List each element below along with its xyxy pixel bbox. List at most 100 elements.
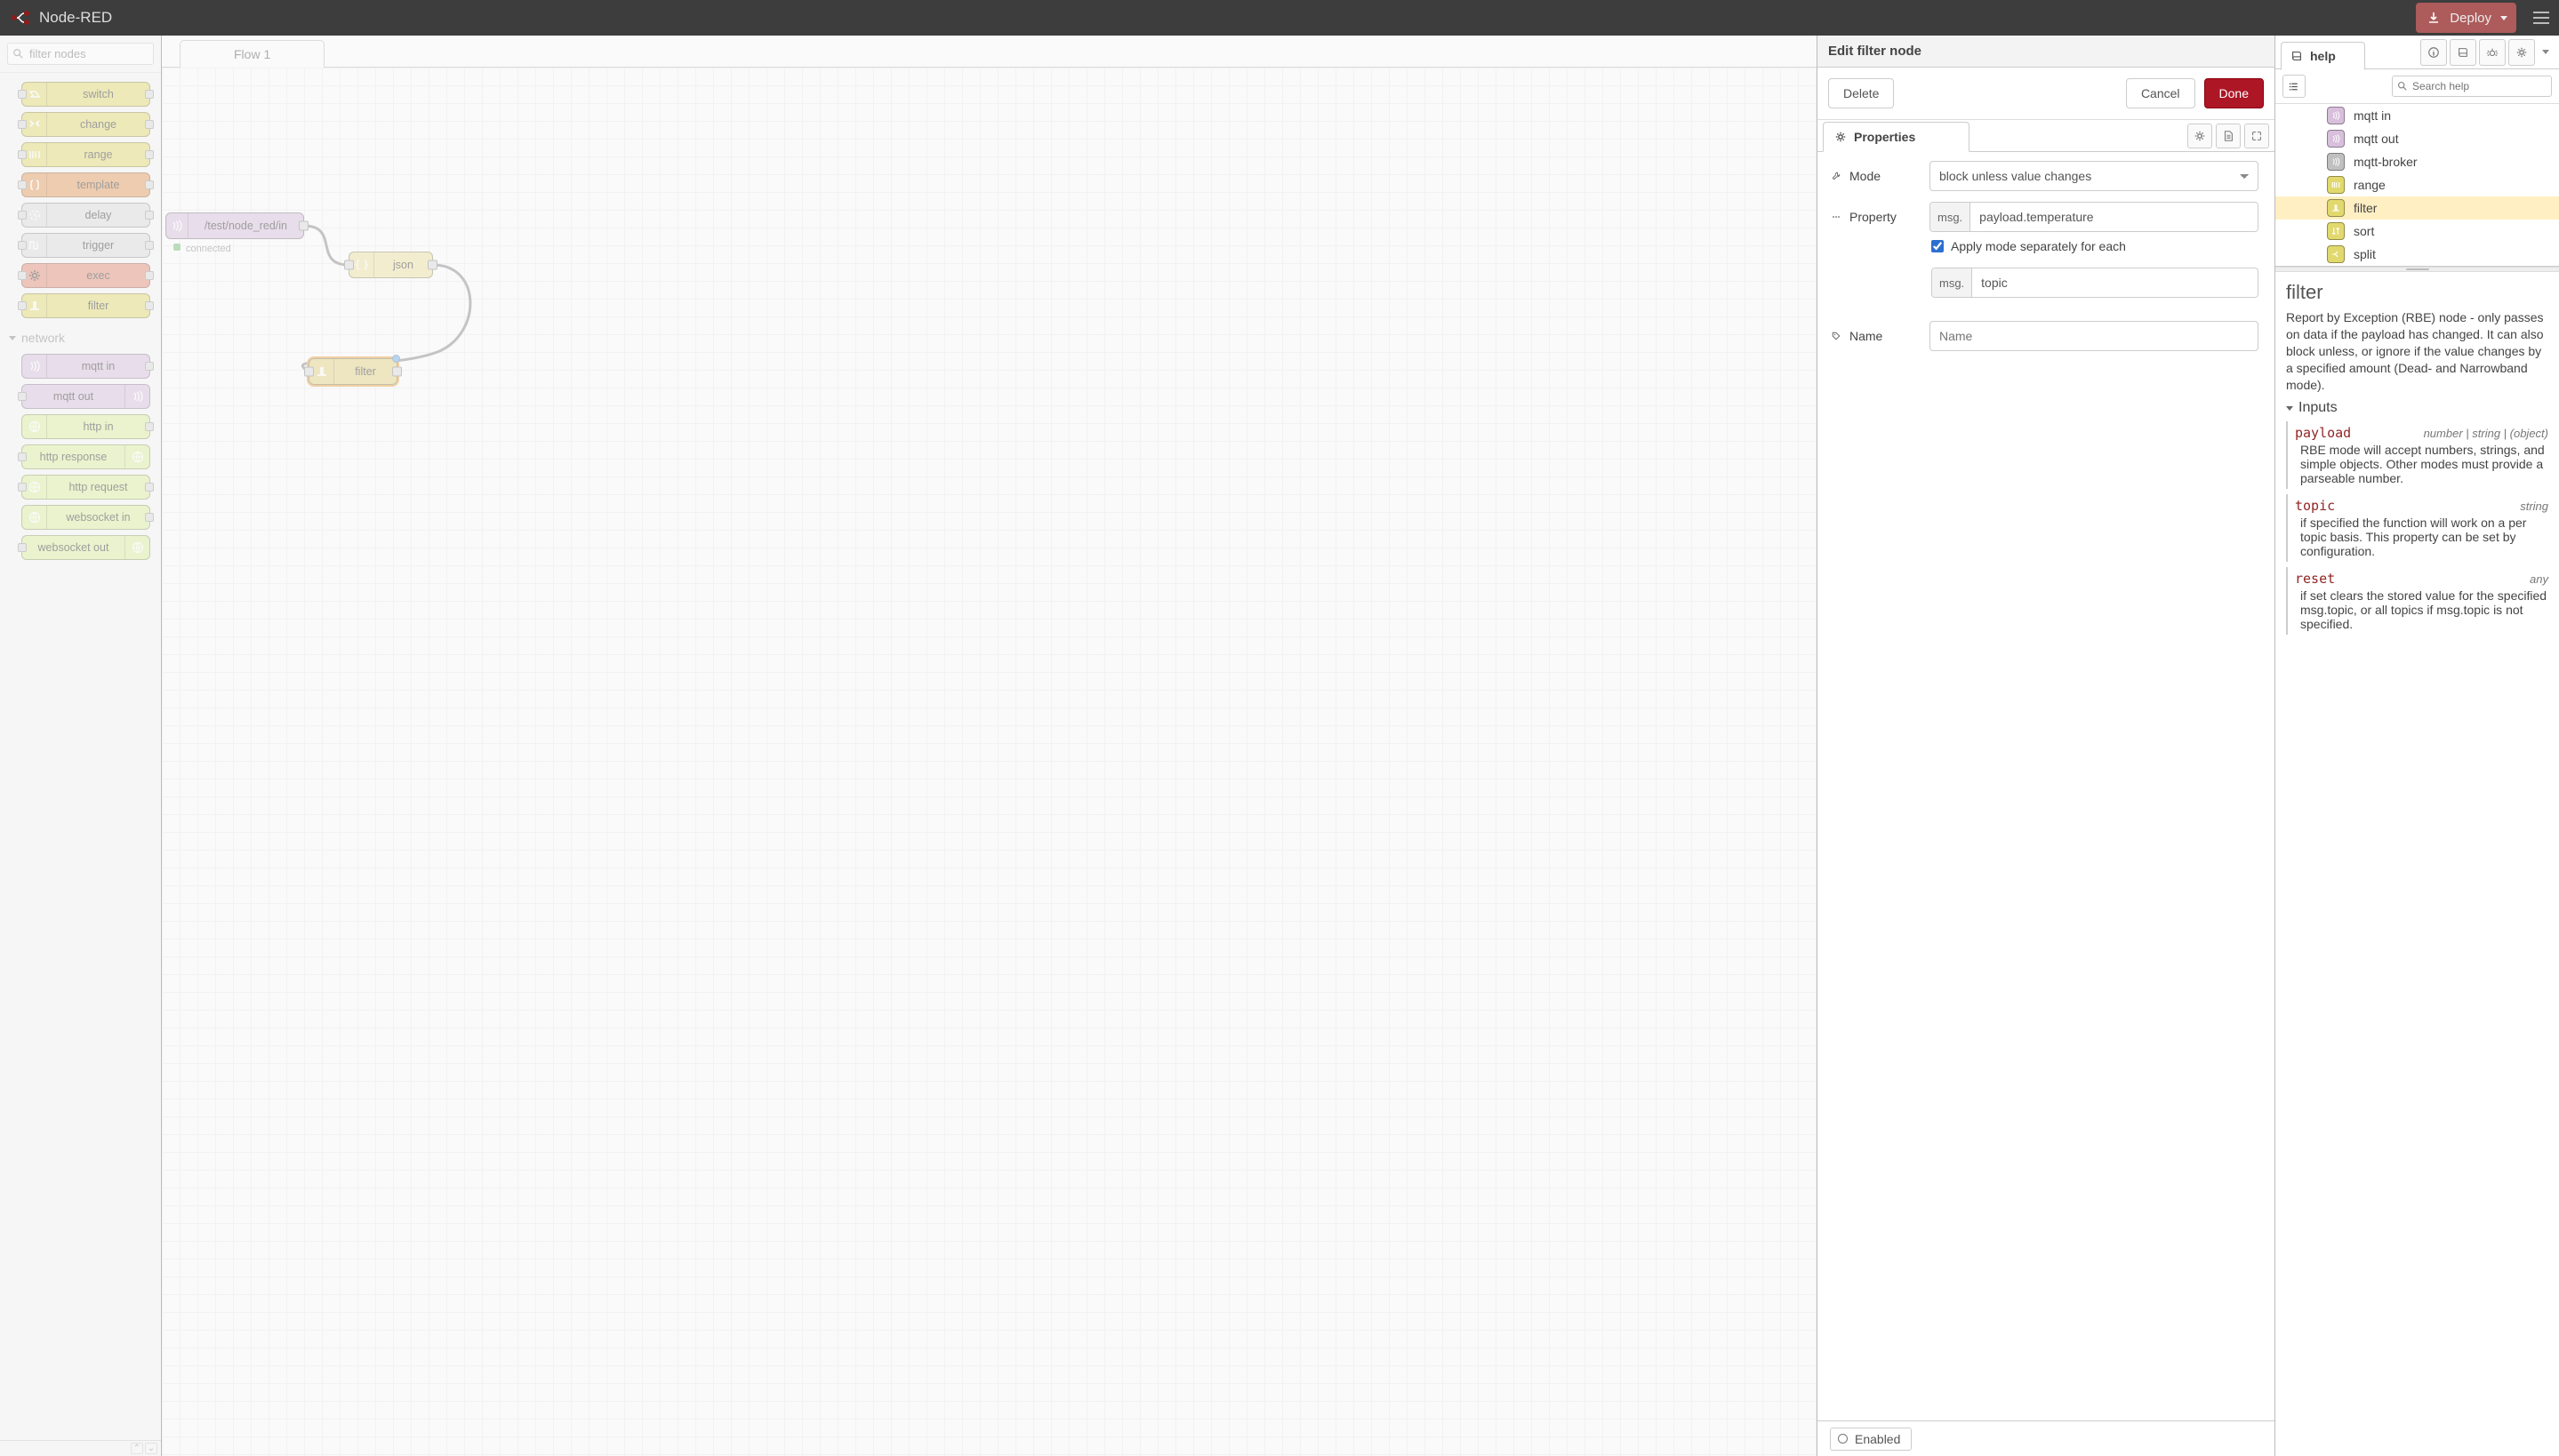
row-property: Property msg. [1817, 193, 2274, 234]
help-list-label: mqtt in [2354, 108, 2391, 123]
help-search-input[interactable] [2392, 76, 2552, 97]
filter-icon [2327, 199, 2345, 217]
param-type: any [2530, 572, 2548, 586]
sidebar-config-button[interactable] [2508, 39, 2535, 66]
node-description-button[interactable] [2216, 124, 2241, 148]
apply-mode-checkbox[interactable] [1931, 240, 1944, 252]
doc-icon [2222, 130, 2234, 142]
sidebar: help mqtt in mqtt out mqtt-broker range filt… [2275, 36, 2559, 1456]
bug-icon [2486, 46, 2499, 59]
sidebar-info-button[interactable] [2420, 39, 2447, 66]
ellipsis-icon [1831, 212, 1841, 222]
palette-dimmed-overlay [0, 36, 161, 1456]
label-name: Name [1830, 329, 1919, 343]
split-icon [2327, 245, 2345, 263]
enabled-toggle[interactable]: Enabled [1830, 1428, 1912, 1451]
param-desc: if specified the function will work on a… [2295, 516, 2548, 558]
cancel-button[interactable]: Cancel [2126, 78, 2195, 108]
node-settings-button[interactable] [2187, 124, 2212, 148]
radio-icon [2327, 107, 2345, 124]
topic-input: msg. [1931, 268, 2258, 298]
param-type: string [2520, 500, 2548, 513]
help-title: filter [2286, 281, 2548, 304]
tab-properties[interactable]: Properties [1823, 122, 1969, 152]
wrench-icon [1831, 171, 1841, 181]
param-name: topic [2295, 498, 2335, 514]
row-topic: msg. [1817, 259, 2274, 300]
delete-button[interactable]: Delete [1828, 78, 1894, 108]
help-list-item-mqtt-broker[interactable]: mqtt-broker [2275, 150, 2559, 173]
list-icon [2289, 81, 2300, 92]
radio-icon [2327, 130, 2345, 148]
name-input[interactable] [1929, 321, 2258, 351]
help-list-label: sort [2354, 224, 2374, 238]
main-menu-button[interactable] [2523, 0, 2559, 36]
brand-text: Node-RED [39, 9, 112, 27]
param-name: reset [2295, 571, 2335, 587]
search-icon [2397, 81, 2407, 91]
sort-icon [2327, 222, 2345, 240]
param-name: payload [2295, 425, 2351, 441]
edit-tabs: Properties [1817, 120, 2274, 152]
help-param-reset: reset any if set clears the stored value f… [2286, 567, 2548, 635]
help-param-topic: topic string if specified the function wil… [2286, 494, 2548, 562]
sidebar-more-button[interactable] [2538, 39, 2554, 66]
brand-icon [11, 10, 30, 26]
property-value-input[interactable] [1970, 203, 2258, 231]
help-section-inputs[interactable]: Inputs [2286, 400, 2548, 416]
row-apply-mode: Apply mode separately for each [1817, 234, 2274, 259]
gear-icon [2515, 46, 2528, 59]
radio-icon [2327, 153, 2345, 171]
property-prefix[interactable]: msg. [1930, 203, 1970, 231]
gear-icon [2194, 130, 2206, 142]
tag-icon [1831, 331, 1841, 341]
hamburger-icon [2533, 12, 2549, 24]
help-list-label: mqtt out [2354, 132, 2399, 146]
workspace-dimmed-overlay [162, 36, 1817, 1456]
sidebar-debug-button[interactable] [2479, 39, 2506, 66]
help-list-item-range[interactable]: range [2275, 173, 2559, 196]
sidebar-tab-help[interactable]: help [2281, 42, 2365, 70]
help-content: filter Report by Exception (RBE) node - … [2275, 272, 2559, 1456]
workspace: Flow 1 /test/node_red/in connected json … [162, 36, 1817, 1456]
range-icon [2327, 176, 2345, 194]
help-node-list[interactable]: mqtt in mqtt out mqtt-broker range filter sor… [2275, 104, 2559, 267]
sidebar-help-button[interactable] [2450, 39, 2476, 66]
brand: Node-RED [0, 9, 123, 27]
help-list-item-split[interactable]: split [2275, 243, 2559, 266]
param-desc: if set clears the stored value for the s… [2295, 588, 2548, 631]
edit-title: Edit filter node [1817, 36, 2274, 68]
property-input: msg. [1929, 202, 2258, 232]
edit-actions: Delete Cancel Done [1817, 68, 2274, 120]
param-desc: RBE mode will accept numbers, strings, a… [2295, 443, 2548, 485]
info-icon [2427, 46, 2440, 59]
help-list-item-sort[interactable]: sort [2275, 220, 2559, 243]
done-button[interactable]: Done [2204, 78, 2264, 108]
help-list-label: mqtt-broker [2354, 155, 2418, 169]
deploy-icon [2427, 11, 2441, 25]
row-name: Name [1817, 312, 2274, 353]
help-summary: Report by Exception (RBE) node - only pa… [2286, 309, 2548, 393]
help-list-item-mqtt-out[interactable]: mqtt out [2275, 127, 2559, 150]
help-list-label: split [2354, 247, 2376, 261]
gear-icon [1834, 131, 1847, 143]
edit-body: Mode block unless value changes Property… [1817, 152, 2274, 1420]
edit-tray: Edit filter node Delete Cancel Done Prop… [1817, 36, 2275, 1456]
deploy-button[interactable]: Deploy [2416, 3, 2516, 33]
node-palette: switchchangerangetemplatedelaytriggerexe… [0, 36, 162, 1456]
param-type: number | string | (object) [2424, 427, 2548, 440]
circle-icon [1838, 1434, 1848, 1444]
help-list-item-mqtt-in[interactable]: mqtt in [2275, 104, 2559, 127]
help-toc-button[interactable] [2282, 75, 2306, 98]
select-mode[interactable]: block unless value changes [1929, 161, 2258, 191]
book-icon [2290, 50, 2303, 62]
help-toolbar [2275, 69, 2559, 104]
label-mode: Mode [1830, 169, 1919, 183]
help-search [2392, 76, 2552, 97]
edit-footer: Enabled [1817, 1420, 2274, 1456]
help-list-label: range [2354, 178, 2386, 192]
help-list-item-filter[interactable]: filter [2275, 196, 2559, 220]
topic-value-input[interactable] [1972, 268, 2258, 297]
topic-prefix[interactable]: msg. [1932, 268, 1972, 297]
node-appearance-button[interactable] [2244, 124, 2269, 148]
